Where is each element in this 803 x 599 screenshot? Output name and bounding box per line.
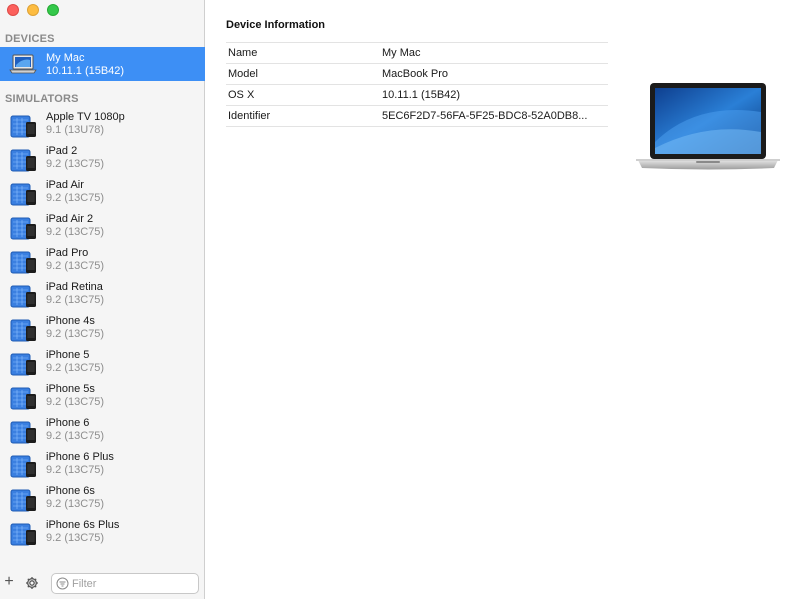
info-key: OS X [226,84,380,106]
simulator-version: 9.2 (13C75) [46,498,105,510]
simulator-icon [10,115,38,142]
simulator-list: Apple TV 1080p 9.1 (13U78) iPad 2 9.2 (1… [0,109,205,551]
info-row: Identifier 5EC6F2D7-56FA-5F25-BDC8-52A0D… [226,105,608,127]
simulator-name: iPad Pro [46,247,89,259]
laptop-icon [9,53,37,78]
macbook-pro-image [636,82,780,175]
device-info-table: Name My Mac Model MacBook Pro OS X 10.11… [226,42,608,127]
minimize-window-button[interactable] [27,4,39,16]
simulator-version: 9.2 (13C75) [46,226,105,238]
simulator-row[interactable]: iPad 2 9.2 (13C75) [0,143,205,177]
simulator-row[interactable]: iPhone 6s Plus 9.2 (13C75) [0,517,205,551]
simulator-version: 9.2 (13C75) [46,464,105,476]
simulator-icon [10,455,38,482]
simulator-name: iPad 2 [46,145,78,157]
panel-title: Device Information [226,19,326,31]
info-key: Identifier [226,105,380,127]
filter-icon [56,577,69,593]
simulator-icon [10,217,38,244]
simulator-row[interactable]: iPad Pro 9.2 (13C75) [0,245,205,279]
simulator-icon [10,421,38,448]
info-row: Model MacBook Pro [226,63,608,85]
device-name: My Mac [46,52,85,64]
simulator-version: 9.2 (13C75) [46,362,105,374]
simulator-icon [10,353,38,380]
simulator-name: iPhone 6s Plus [46,519,120,531]
simulator-version: 9.2 (13C75) [46,328,105,340]
simulator-name: iPhone 6 [46,417,90,429]
window-controls [7,4,59,16]
info-key: Model [226,63,380,85]
info-value: MacBook Pro [380,63,608,85]
info-value: 10.11.1 (15B42) [380,84,608,106]
simulator-name: Apple TV 1080p [46,111,125,123]
gear-icon[interactable] [25,576,39,593]
simulator-name: iPhone 6s [46,485,95,497]
simulator-row[interactable]: Apple TV 1080p 9.1 (13U78) [0,109,205,143]
simulator-icon [10,183,38,210]
devices-window: DEVICES My Mac 10.11.1 (15B42) SIMULATOR… [0,0,803,599]
info-row: OS X 10.11.1 (15B42) [226,84,608,106]
info-value: 5EC6F2D7-56FA-5F25-BDC8-52A0DB8... [380,105,608,127]
simulator-version: 9.2 (13C75) [46,192,105,204]
simulator-version: 9.2 (13C75) [46,158,105,170]
filter-input[interactable] [72,576,192,591]
simulator-icon [10,319,38,346]
simulator-icon [10,251,38,278]
simulator-icon [10,489,38,516]
simulator-row[interactable]: iPad Air 9.2 (13C75) [0,177,205,211]
sidebar: DEVICES My Mac 10.11.1 (15B42) SIMULATOR… [0,0,205,599]
device-row-my-mac[interactable]: My Mac 10.11.1 (15B42) [0,47,205,81]
simulator-row[interactable]: iPad Retina 9.2 (13C75) [0,279,205,313]
simulator-name: iPad Retina [46,281,103,293]
simulator-version: 9.2 (13C75) [46,294,105,306]
info-value: My Mac [380,42,608,64]
sidebar-footer: + [0,569,205,599]
simulator-icon [10,149,38,176]
simulator-icon [10,523,38,550]
simulator-row[interactable]: iPhone 5 9.2 (13C75) [0,347,205,381]
simulator-row[interactable]: iPhone 6 Plus 9.2 (13C75) [0,449,205,483]
simulator-row[interactable]: iPad Air 2 9.2 (13C75) [0,211,205,245]
simulator-name: iPhone 4s [46,315,95,327]
simulator-name: iPhone 5s [46,383,95,395]
simulator-version: 9.2 (13C75) [46,260,105,272]
simulator-row[interactable]: iPhone 5s 9.2 (13C75) [0,381,205,415]
device-version: 10.11.1 (15B42) [46,65,125,77]
simulator-row[interactable]: iPhone 6s 9.2 (13C75) [0,483,205,517]
info-row: Name My Mac [226,42,608,64]
info-key: Name [226,42,380,64]
close-window-button[interactable] [7,4,19,16]
simulator-icon [10,285,38,312]
zoom-window-button[interactable] [47,4,59,16]
simulators-section-header: SIMULATORS [5,93,79,105]
simulator-version: 9.1 (13U78) [46,124,105,136]
simulator-name: iPad Air 2 [46,213,94,225]
simulator-row[interactable]: iPhone 4s 9.2 (13C75) [0,313,205,347]
devices-section-header: DEVICES [5,33,55,45]
filter-field[interactable] [51,573,199,594]
simulator-name: iPad Air [46,179,84,191]
simulator-version: 9.2 (13C75) [46,396,105,408]
add-button[interactable]: + [2,574,16,590]
simulator-name: iPhone 6 Plus [46,451,114,463]
simulator-name: iPhone 5 [46,349,90,361]
simulator-icon [10,387,38,414]
simulator-row[interactable]: iPhone 6 9.2 (13C75) [0,415,205,449]
simulator-version: 9.2 (13C75) [46,532,105,544]
device-information-panel: Device Information Name My Mac Model Mac… [206,0,803,599]
simulator-version: 9.2 (13C75) [46,430,105,442]
